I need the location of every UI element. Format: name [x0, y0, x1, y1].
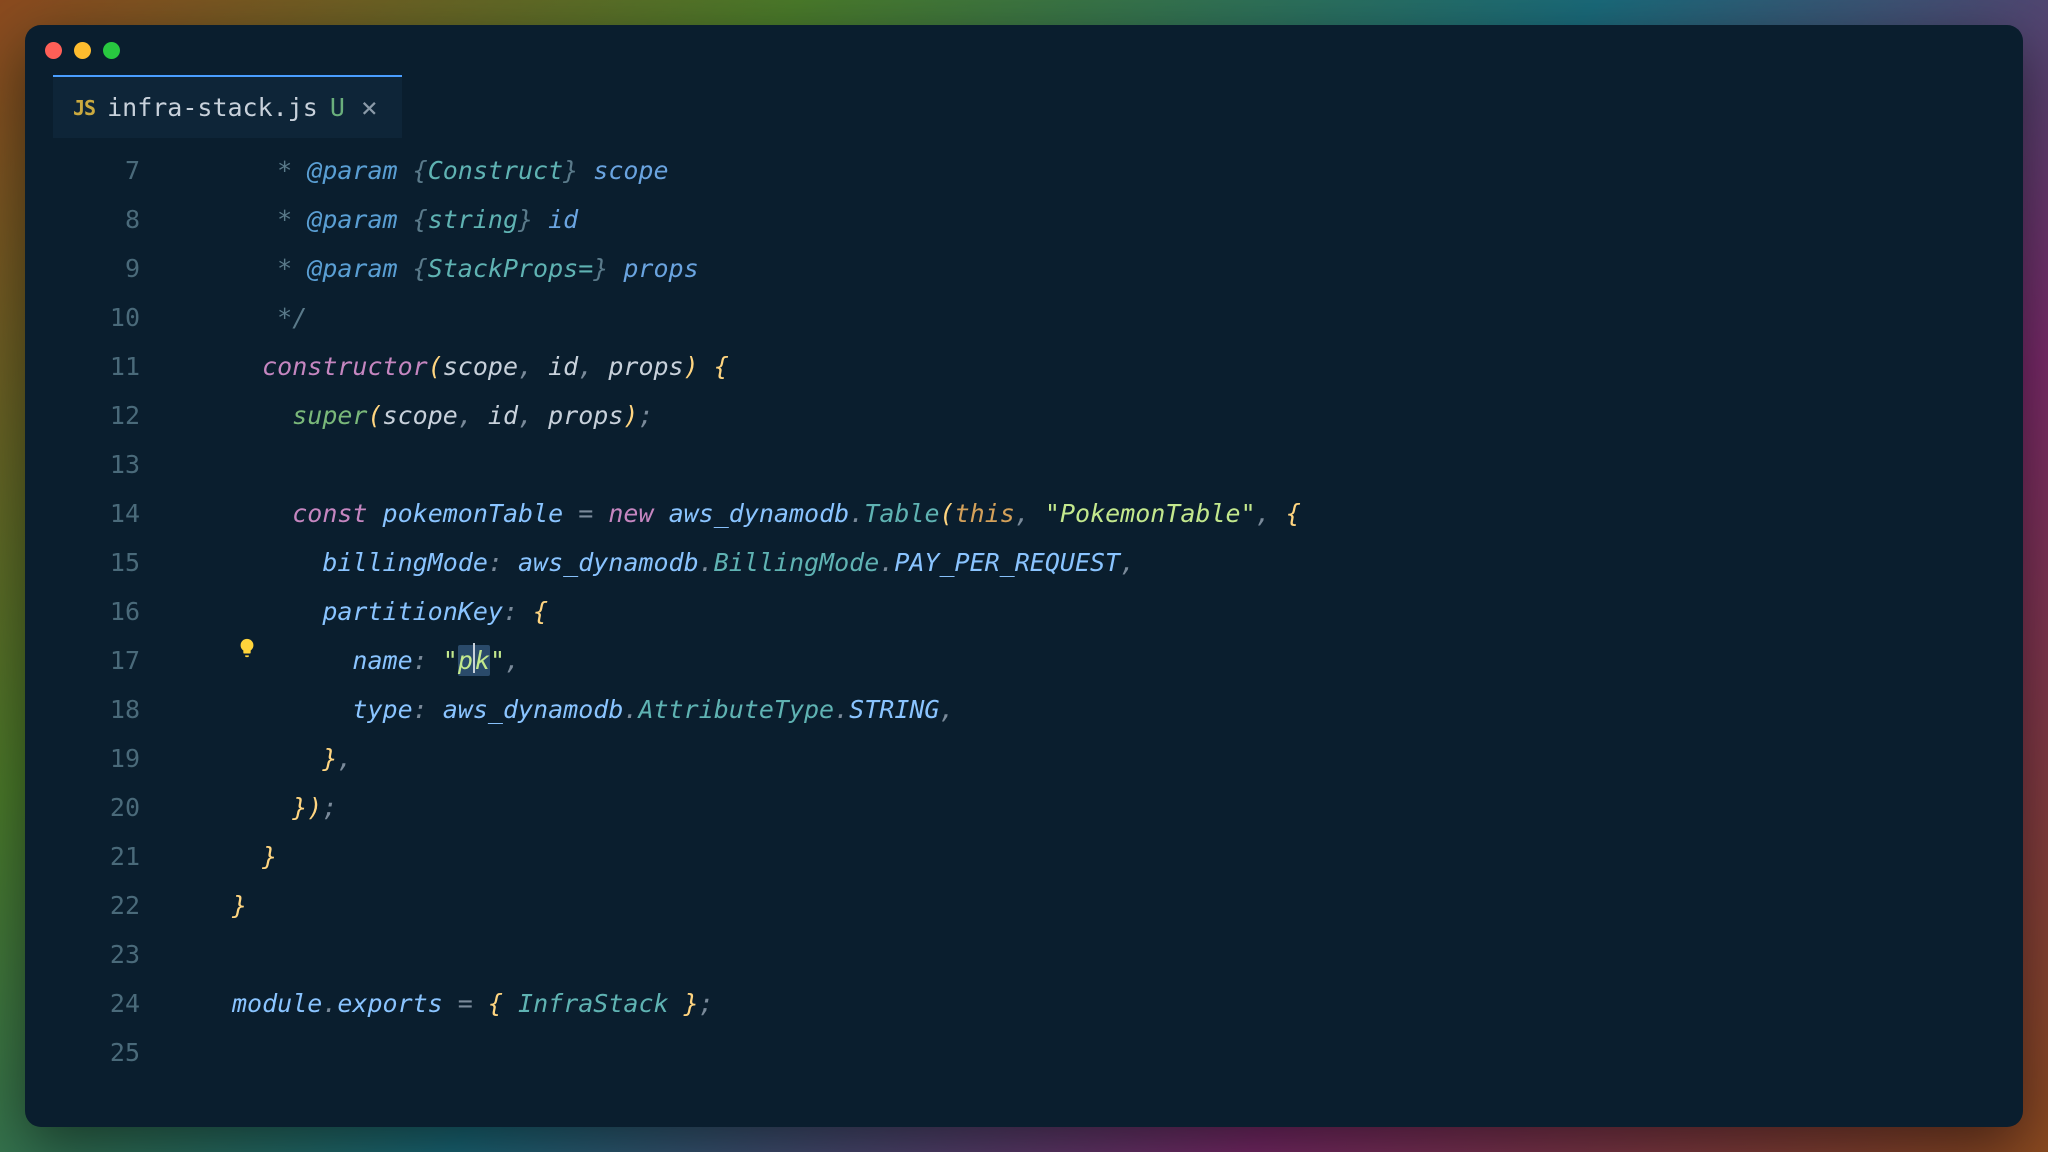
code-line[interactable]: partitionKey: {	[232, 587, 1301, 636]
code-line[interactable]	[232, 930, 1301, 979]
line-number-gutter: 78910111213141516171819202122232425	[25, 146, 170, 1077]
close-icon[interactable]: ×	[357, 91, 382, 124]
js-file-icon: JS	[73, 96, 95, 120]
window-minimize-button[interactable]	[74, 42, 91, 59]
code-line[interactable]: * @param {StackProps=} props	[232, 244, 1301, 293]
window-maximize-button[interactable]	[103, 42, 120, 59]
code-line[interactable]: billingMode: aws_dynamodb.BillingMode.PA…	[232, 538, 1301, 587]
code-line[interactable]: constructor(scope, id, props) {	[232, 342, 1301, 391]
code-line[interactable]: });	[232, 783, 1301, 832]
text-selection[interactable]: pk	[458, 645, 490, 676]
tab-modified-indicator: U	[330, 93, 345, 122]
line-number: 13	[25, 440, 140, 489]
code-line[interactable]: }	[232, 832, 1301, 881]
text-cursor	[473, 643, 475, 673]
line-number: 17	[25, 636, 140, 685]
code-line[interactable]: name: "pk",	[232, 636, 1301, 685]
line-number: 14	[25, 489, 140, 538]
code-line[interactable]: }	[232, 881, 1301, 930]
line-number: 10	[25, 293, 140, 342]
line-number: 20	[25, 783, 140, 832]
code-area: 78910111213141516171819202122232425 * @p…	[25, 138, 2023, 1077]
tab-filename: infra-stack.js	[107, 93, 318, 122]
code-line[interactable]	[232, 440, 1301, 489]
editor-window: JS infra-stack.js U × 789101112131415161…	[25, 25, 2023, 1127]
code-line[interactable]: const pokemonTable = new aws_dynamodb.Ta…	[232, 489, 1301, 538]
line-number: 25	[25, 1028, 140, 1077]
line-number: 9	[25, 244, 140, 293]
code-line[interactable]: type: aws_dynamodb.AttributeType.STRING,	[232, 685, 1301, 734]
code-line[interactable]: },	[232, 734, 1301, 783]
line-number: 21	[25, 832, 140, 881]
tab-bar: JS infra-stack.js U ×	[25, 75, 2023, 138]
code-line[interactable]: super(scope, id, props);	[232, 391, 1301, 440]
line-number: 15	[25, 538, 140, 587]
line-number: 16	[25, 587, 140, 636]
code-line[interactable]: */	[232, 293, 1301, 342]
tab-infra-stack[interactable]: JS infra-stack.js U ×	[53, 75, 402, 138]
line-number: 18	[25, 685, 140, 734]
line-number: 23	[25, 930, 140, 979]
line-number: 7	[25, 146, 140, 195]
title-bar	[25, 25, 2023, 75]
code-line[interactable]: module.exports = { InfraStack };	[232, 979, 1301, 1028]
code-line[interactable]	[232, 1028, 1301, 1077]
line-number: 22	[25, 881, 140, 930]
line-number: 11	[25, 342, 140, 391]
line-number: 24	[25, 979, 140, 1028]
line-number: 12	[25, 391, 140, 440]
window-close-button[interactable]	[45, 42, 62, 59]
line-number: 19	[25, 734, 140, 783]
code-line[interactable]: * @param {string} id	[232, 195, 1301, 244]
code-line[interactable]: * @param {Construct} scope	[232, 146, 1301, 195]
code-content[interactable]: * @param {Construct} scope * @param {str…	[170, 146, 1301, 1077]
line-number: 8	[25, 195, 140, 244]
